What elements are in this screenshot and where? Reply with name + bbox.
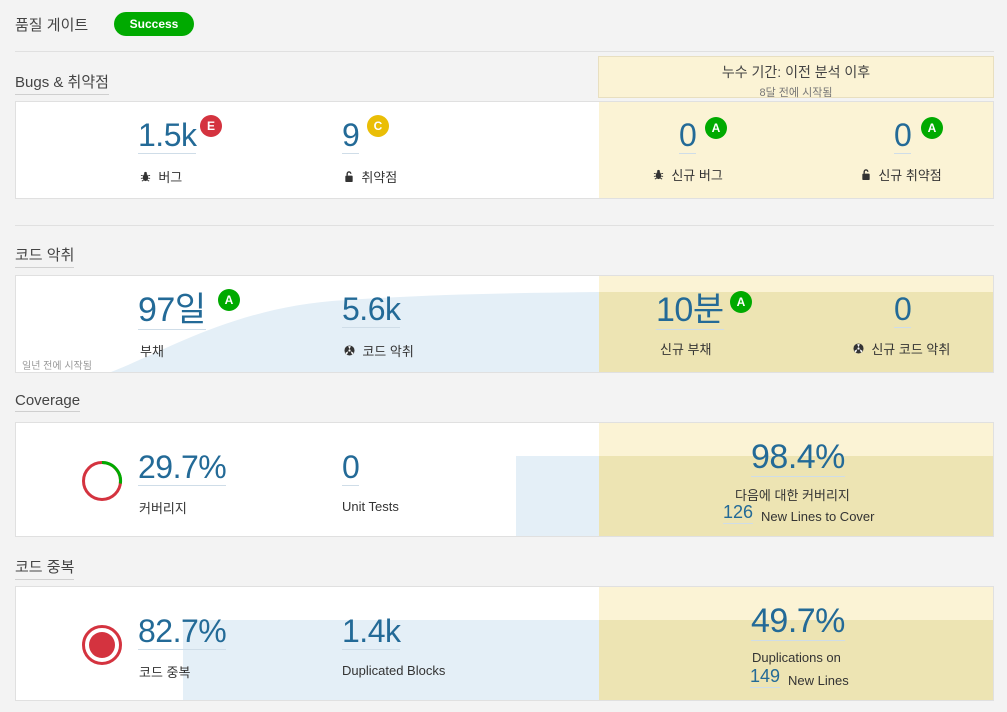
new-debt-label: 신규 부채 (660, 342, 712, 357)
new-vulnerabilities-value[interactable]: 0 (894, 117, 912, 155)
new-vulnerabilities-label: 신규 취약점 (861, 165, 942, 184)
code-smells-measure: 5.6k (342, 291, 401, 329)
history-start-note: 일년 전에 시작됨 (22, 361, 92, 372)
divider (15, 51, 994, 52)
duplications-section-title[interactable]: 코드 중복 (15, 556, 75, 580)
new-lines-to-cover: 126 New Lines to Cover (723, 502, 875, 524)
new-coverage-measure: 98.4% (751, 438, 845, 478)
coverage-label: 커버리지 (139, 501, 187, 516)
vulnerabilities-label: 취약점 (344, 167, 397, 186)
new-debt-rating[interactable]: A (730, 291, 752, 313)
radiation-icon (344, 345, 358, 359)
code-smells-section-title[interactable]: 코드 악취 (15, 244, 75, 268)
code-smells-panel: 일년 전에 시작됨 97일 A 부채 5.6k 코드 악취 10분 A 신규 부… (15, 275, 994, 373)
divider (15, 225, 994, 226)
new-lines-label: New Lines (788, 672, 849, 688)
new-debt-measure: 10분 (656, 291, 724, 331)
bugs-panel: 1.5k E 버그 9 C 취약점 0 A 신규 버그 0 A 신규 취약점 (15, 101, 994, 199)
duplications-panel: 82.7% 코드 중복 1.4k Duplicated Blocks 49.7%… (15, 586, 994, 701)
new-lines-value[interactable]: 149 (750, 666, 781, 688)
bug-icon (140, 171, 154, 185)
new-lines: 149 New Lines (750, 666, 849, 688)
quality-gate-status-badge[interactable]: Success (114, 12, 194, 36)
leak-period-header: 누수 기간: 이전 분석 이후 8달 전에 시작됨 (598, 56, 994, 99)
leak-period-area (599, 276, 993, 292)
debt-label: 부채 (140, 344, 164, 359)
coverage-donut-chart[interactable] (80, 459, 124, 503)
new-code-smells-label: 신규 코드 악취 (853, 339, 950, 358)
new-lines-to-cover-label: New Lines to Cover (761, 508, 875, 524)
debt-measure: 97일 (138, 291, 206, 331)
duplications-indicator[interactable] (80, 623, 124, 667)
code-smells-label: 코드 악취 (344, 341, 414, 360)
duplicated-blocks-value[interactable]: 1.4k (342, 613, 401, 651)
bugs-value[interactable]: 1.5k (138, 117, 197, 155)
unit-tests-label: Unit Tests (342, 499, 399, 514)
new-lines-to-cover-value[interactable]: 126 (723, 502, 754, 524)
new-bugs-measure: 0 (679, 117, 697, 155)
duplications-label: 코드 중복 (139, 665, 191, 680)
duplicated-blocks-measure: 1.4k (342, 613, 401, 651)
coverage-history-area (516, 456, 599, 536)
new-duplications-label: Duplications on (752, 650, 841, 665)
leak-period-title: 누수 기간: 이전 분석 이후 (721, 64, 871, 80)
vulnerabilities-value[interactable]: 9 (342, 117, 360, 155)
code-smells-value[interactable]: 5.6k (342, 291, 401, 329)
new-bugs-label: 신규 버그 (653, 165, 723, 184)
lock-icon (344, 171, 357, 185)
bugs-label: 버그 (140, 167, 182, 186)
new-duplications-value[interactable]: 49.7% (751, 602, 845, 642)
unit-tests-measure: 0 (342, 449, 360, 487)
quality-gate-title: 품질 게이트 (15, 17, 89, 34)
duplicated-blocks-label: Duplicated Blocks (342, 663, 446, 678)
radiation-icon (853, 343, 867, 357)
bugs-rating[interactable]: E (200, 115, 222, 137)
coverage-section-title[interactable]: Coverage (15, 392, 81, 412)
lock-icon (861, 169, 874, 183)
duplications-measure: 82.7% (138, 613, 227, 651)
vulnerabilities-measure: 9 (342, 117, 360, 155)
new-debt-value[interactable]: 10분 (656, 291, 724, 331)
new-code-smells-measure: 0 (894, 291, 912, 329)
bugs-measure: 1.5k (138, 117, 197, 155)
new-duplications-measure: 49.7% (751, 602, 845, 642)
new-vulnerabilities-measure: 0 (894, 117, 912, 155)
new-bugs-rating[interactable]: A (705, 117, 727, 139)
coverage-panel: 29.7% 커버리지 0 Unit Tests 98.4% 다음에 대한 커버리… (15, 422, 994, 537)
coverage-value[interactable]: 29.7% (138, 449, 227, 487)
leak-period-subtitle: 8달 전에 시작됨 (759, 87, 833, 99)
new-bugs-value[interactable]: 0 (679, 117, 697, 155)
new-vulnerabilities-rating[interactable]: A (921, 117, 943, 139)
bug-icon (653, 169, 667, 183)
new-coverage-value[interactable]: 98.4% (751, 438, 845, 478)
duplications-value[interactable]: 82.7% (138, 613, 227, 651)
new-code-smells-value[interactable]: 0 (894, 291, 912, 329)
coverage-measure: 29.7% (138, 449, 227, 487)
bugs-section-title[interactable]: Bugs & 취약점 (15, 71, 109, 95)
unit-tests-value[interactable]: 0 (342, 449, 360, 487)
vulnerabilities-rating[interactable]: C (367, 115, 389, 137)
debt-value[interactable]: 97일 (138, 291, 206, 331)
debt-rating[interactable]: A (218, 289, 240, 311)
